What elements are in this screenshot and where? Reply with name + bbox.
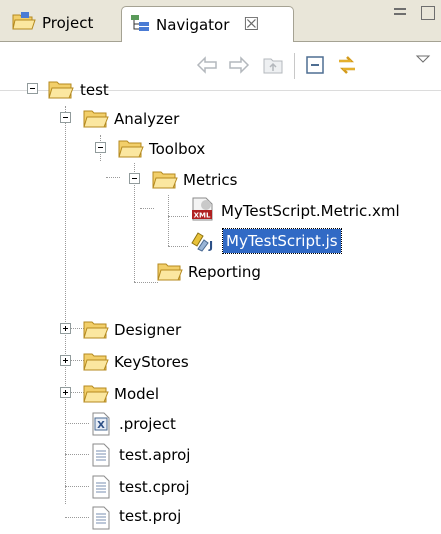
navigator-icon [130, 14, 150, 36]
collapse-toggle-analyzer[interactable] [60, 112, 71, 123]
xml-document-icon: X [90, 412, 114, 436]
view-tab-bar: Project Navigator ☒ [0, 0, 441, 42]
open-folder-icon [118, 137, 144, 159]
tree-item-aproj[interactable]: test.aproj [116, 443, 193, 467]
open-folder-icon [48, 78, 74, 100]
tab-project-label: Project [42, 14, 94, 32]
tree-item-reporting[interactable]: Reporting [185, 260, 264, 284]
tree-item-keystores[interactable]: KeyStores [111, 350, 192, 374]
folder-icon [83, 318, 109, 340]
tree-item-model[interactable]: Model [111, 382, 162, 406]
tree-item-proj[interactable]: test.proj [116, 504, 184, 528]
open-folder-icon [83, 107, 109, 129]
open-folder-icon [152, 168, 178, 190]
view-menu-icon[interactable] [412, 48, 434, 70]
svg-text:X: X [97, 420, 105, 431]
link-with-editor-icon[interactable] [336, 54, 358, 76]
tab-navigator[interactable]: Navigator ☒ [121, 6, 294, 42]
close-icon[interactable]: ☒ [243, 14, 259, 35]
back-icon[interactable] [196, 54, 218, 76]
tree-item-test[interactable]: test [77, 78, 112, 102]
tree-item-project-file[interactable]: .project [116, 412, 179, 436]
collapse-toggle-toolbox[interactable] [95, 142, 106, 153]
maximize-icon[interactable] [421, 6, 435, 20]
up-folder-icon[interactable] [262, 54, 284, 76]
tree-item-metrics[interactable]: Metrics [180, 168, 240, 192]
collapse-toggle-metrics[interactable] [129, 173, 140, 184]
tree-item-test-script-js[interactable]: MyTestScript.js [222, 228, 342, 254]
tree-item-toolbox[interactable]: Toolbox [146, 137, 208, 161]
folder-icon [157, 260, 183, 282]
minimize-icon[interactable] [393, 6, 407, 20]
text-file-icon [90, 475, 114, 499]
collapse-all-icon[interactable] [304, 54, 326, 76]
tab-project[interactable]: Project [6, 6, 122, 40]
expand-toggle-designer[interactable] [60, 323, 71, 334]
svg-text:XML: XML [194, 212, 211, 220]
expand-toggle-keystores[interactable] [60, 355, 71, 366]
tree-item-cproj[interactable]: test.cproj [116, 475, 193, 499]
forward-icon[interactable] [228, 54, 250, 76]
tab-navigator-label: Navigator [156, 15, 230, 34]
navigator-tree: test Analyzer Toolbox Metrics XML MyTest… [0, 81, 441, 530]
expand-toggle-model[interactable] [60, 387, 71, 398]
xml-file-icon: XML [190, 196, 214, 221]
tree-item-designer[interactable]: Designer [111, 318, 184, 342]
folder-icon [83, 382, 109, 404]
tree-item-analyzer[interactable]: Analyzer [111, 107, 182, 131]
project-folder-icon [12, 11, 36, 35]
tree-item-metric-xml[interactable]: MyTestScript.Metric.xml [218, 199, 403, 223]
text-file-icon [90, 506, 114, 530]
collapse-toggle-test[interactable] [27, 83, 38, 94]
text-file-icon [90, 443, 114, 467]
folder-icon [83, 350, 109, 372]
javascript-file-icon: J [190, 229, 214, 252]
svg-text:J: J [208, 239, 213, 252]
